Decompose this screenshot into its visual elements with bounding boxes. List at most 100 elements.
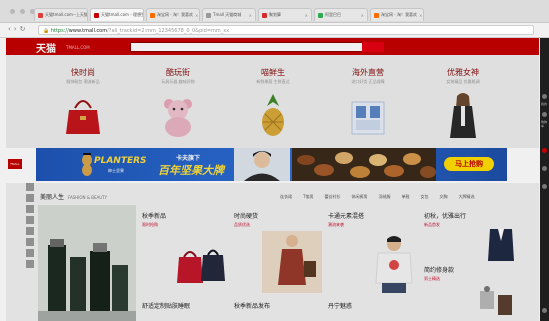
brand-name-cn: 绅士坚果 — [108, 168, 124, 173]
floor-title-en: FASHION & BEAUTY — [68, 195, 108, 200]
category-title: 优雅女神 — [447, 68, 479, 77]
browser-tab[interactable]: 天猫tmall.com--上天猫…× — [34, 8, 88, 21]
category-row: 快时尚 服饰鞋包 潮流新品 酷玩街 玩具乐器 趣味好物 喵鲜生 新鲜果蔬 生鲜直… — [6, 55, 539, 151]
category-title: 海外直营 — [352, 68, 384, 77]
tab-label: 淘宝网 - 淘！我喜欢 — [157, 12, 193, 17]
floor-side-nav — [26, 183, 34, 321]
model-icon — [450, 93, 476, 138]
promo-subtitle: 新品首发 — [424, 222, 440, 227]
site-header: 天猫 TMALL.COM — [6, 38, 539, 55]
promo-subtitle: 潮流来袭 — [328, 222, 344, 227]
category-card[interactable]: 酷玩街 玩具乐器 趣味好物 — [138, 60, 218, 146]
promo-title: 秋季新品发布 — [234, 303, 271, 310]
browser-tab[interactable]: 淘宝网 - 淘！我喜欢 × — [370, 8, 424, 21]
search-button[interactable] — [362, 42, 384, 52]
floor-nav-item[interactable] — [26, 194, 34, 202]
promo-title: 初秋，优雅出行 — [424, 213, 467, 220]
user-icon[interactable] — [542, 94, 547, 99]
floor-link[interactable]: 单鞋 — [401, 194, 409, 200]
category-card[interactable]: 快时尚 服饰鞋包 潮流新品 — [43, 60, 123, 146]
browser-tab[interactable]: Tmall 天猫商城 × — [202, 8, 256, 21]
promo-item[interactable]: 秋季新品 限时抢购 — [142, 211, 166, 228]
fashion-floor: 美丽人生 FASHION & BEAUTY 连衣裙 T恤男 蕾丝衬衫 休闲裤男 羽… — [6, 183, 539, 321]
close-tab-icon[interactable]: × — [249, 13, 252, 18]
browser-tab[interactable]: 淘宝网 - 淘！我喜欢 × — [146, 8, 200, 21]
teddy-bear-icon — [164, 99, 192, 137]
close-tab-icon[interactable]: × — [419, 13, 422, 18]
promo-item[interactable]: 初秋，优雅出行 新品首发 — [424, 211, 466, 228]
handbags-image — [177, 249, 225, 283]
cosmetics-bottles-image — [38, 205, 136, 321]
tab-list: 天猫tmall.com--上天猫…×天猫tmall.com - 理想生…×淘宝网… — [34, 8, 426, 21]
floor-nav-item[interactable] — [26, 205, 34, 213]
category-title: 酷玩街 — [166, 68, 190, 77]
browser-tab-strip: 天猫tmall.com--上天猫…×天猫tmall.com - 理想生…×淘宝网… — [0, 0, 549, 23]
favicon-icon — [94, 12, 99, 18]
nav-buttons: ‹›↻ — [8, 25, 29, 33]
floor-nav-item[interactable] — [26, 249, 34, 257]
category-title: 喵鲜生 — [261, 68, 285, 77]
floor-link[interactable]: 连衣裙 — [280, 194, 292, 200]
close-tab-icon[interactable]: × — [195, 13, 198, 18]
category-card[interactable]: 海外直营 进口好货 正品保障 — [328, 60, 408, 146]
promo-item[interactable]: 舒适定制贴肤睡眠 — [142, 301, 190, 310]
promo-item[interactable]: 卡通元素混搭 潮流来袭 — [328, 211, 364, 228]
browser-tab[interactable]: 阿里巴巴 × — [314, 8, 368, 21]
floor-link[interactable]: 女包 — [420, 194, 428, 200]
sidebar-label: 我的 — [541, 102, 548, 106]
floor-link[interactable]: 羽绒服 — [378, 194, 390, 200]
slogan-top: 卡夫旗下 — [176, 155, 201, 162]
minimize-window-button[interactable] — [20, 9, 25, 14]
browser-toolbar: ‹›↻ 🔒 https://www.tmall.com/?ali_trackid… — [0, 23, 549, 38]
promo-item[interactable]: 时尚硬货 品质优选 — [234, 211, 258, 228]
floor-nav-item[interactable] — [26, 238, 34, 246]
floor-link[interactable]: T恤男 — [303, 194, 313, 200]
promo-item[interactable]: 简约修身款 男士精选 — [424, 265, 454, 282]
heart-icon[interactable] — [542, 148, 547, 153]
category-subtitle: 进口好货 正品保障 — [351, 79, 385, 84]
reload-icon[interactable]: ↻ — [20, 25, 29, 33]
buy-now-button[interactable]: 马上抢购 — [444, 157, 494, 171]
top-icon[interactable] — [542, 308, 547, 313]
history-icon[interactable] — [542, 166, 547, 171]
floor-hero-image[interactable] — [38, 205, 136, 321]
promo-item[interactable]: 秋季新品发布 — [234, 301, 270, 310]
tab-label: 淘宝网 - 淘！我喜欢 — [381, 12, 417, 17]
floor-title-cn: 美丽人生 — [40, 194, 65, 201]
favicon-icon — [150, 12, 155, 18]
promo-item[interactable]: 丹宁魅惑 — [328, 301, 352, 310]
lock-icon: 🔒 — [43, 28, 50, 34]
floor-nav-item[interactable] — [26, 260, 34, 268]
tmall-logo[interactable]: 天猫 — [36, 40, 56, 55]
close-tab-icon[interactable]: × — [305, 13, 308, 18]
floor-nav-item[interactable] — [26, 183, 34, 191]
category-title: 快时尚 — [71, 68, 95, 77]
floor-link[interactable]: 蕾丝衬衫 — [324, 194, 340, 200]
floor-link[interactable]: 文胸 — [439, 194, 447, 200]
floor-link[interactable]: 大牌精选 — [458, 194, 474, 200]
browser-tab[interactable]: 天猫tmall.com - 理想生…× — [90, 8, 144, 21]
close-tab-icon[interactable]: × — [361, 13, 364, 18]
favicon-icon — [206, 12, 211, 18]
search-input[interactable] — [130, 42, 364, 52]
promo-banner[interactable]: TMALL PLANTERS 绅士坚果 卡夫旗下 百年坚果大牌 马上抢购 — [6, 148, 539, 181]
page-content: 天猫 TMALL.COM 快时尚 服饰鞋包 潮流新品 酷玩街 玩具乐器 趣味好物 — [6, 38, 539, 321]
suit-jacket-image — [488, 229, 514, 261]
cart-icon[interactable] — [542, 112, 547, 117]
tab-label: Tmall 天猫商城 — [213, 12, 242, 17]
floor-link[interactable]: 休闲裤男 — [351, 194, 367, 200]
close-window-button[interactable] — [10, 9, 15, 14]
promo-subtitle: 品质优选 — [234, 222, 250, 227]
mr-peanut-icon — [82, 153, 92, 176]
address-bar[interactable]: 🔒 https://www.tmall.com/?ali_trackid=2:m… — [38, 25, 534, 35]
mixed-nuts-image — [292, 148, 436, 181]
floor-nav-item[interactable] — [26, 227, 34, 235]
category-subtitle: 新鲜果蔬 生鲜直达 — [256, 79, 290, 84]
floor-nav-item[interactable] — [26, 216, 34, 224]
category-card[interactable]: 优雅女神 女装精品 优雅格调 — [423, 60, 503, 146]
browser-tab[interactable]: 聚划算 × — [258, 8, 312, 21]
category-subtitle: 玩具乐器 趣味好物 — [161, 79, 195, 84]
promo-subtitle: 男士精选 — [424, 276, 440, 281]
category-card[interactable]: 喵鲜生 新鲜果蔬 生鲜直达 — [233, 60, 313, 146]
coupon-icon[interactable] — [542, 184, 547, 189]
